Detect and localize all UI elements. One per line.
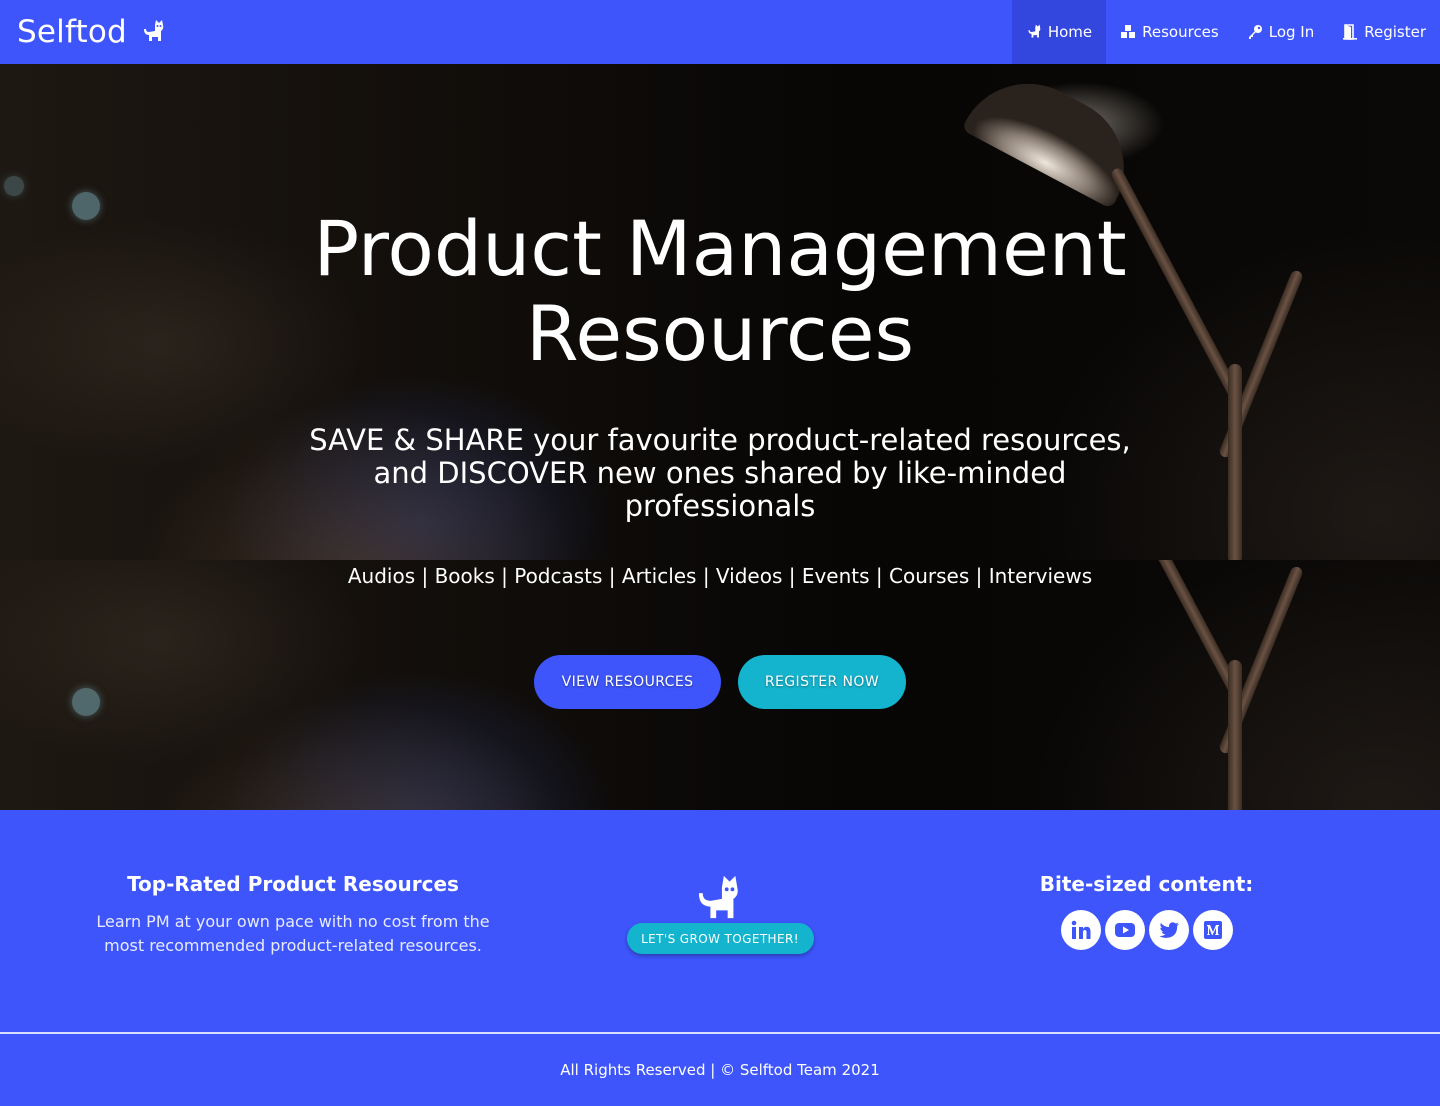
footer: All Rights Reserved | © Selftod Team 202…: [0, 1034, 1440, 1106]
register-now-button[interactable]: REGISTER NOW: [738, 655, 906, 709]
hero-title-line1: Product Management: [313, 204, 1127, 293]
hero-buttons: VIEW RESOURCES REGISTER NOW: [0, 655, 1440, 709]
brand-name: Selftod: [17, 14, 127, 50]
nav-register[interactable]: Register: [1328, 0, 1440, 64]
hero-content: Product Management Resources SAVE & SHAR…: [0, 64, 1440, 810]
feature-bite-sized: Bite-sized content:: [1000, 872, 1293, 950]
nav-resources-label: Resources: [1142, 23, 1219, 41]
feature-top-rated: Top-Rated Product Resources Learn PM at …: [80, 872, 506, 958]
social-links: [1000, 910, 1293, 950]
resource-types: Audios | Books | Podcasts | Articles | V…: [347, 564, 1093, 588]
hero-subtitle: SAVE & SHARE your favourite product-rela…: [309, 423, 1131, 523]
linkedin-link[interactable]: [1060, 910, 1101, 950]
medium-link[interactable]: [1192, 910, 1233, 950]
key-icon: [1248, 25, 1262, 39]
door-icon: [1343, 24, 1358, 40]
nav-home[interactable]: Home: [1011, 0, 1107, 64]
hero-title: Product Management Resources: [0, 206, 1440, 376]
feature-text: Learn PM at your own pace with no cost f…: [96, 912, 490, 955]
features-section: Top-Rated Product Resources Learn PM at …: [0, 810, 1440, 1032]
nav-home-label: Home: [1047, 23, 1093, 41]
feature-grow: LET'S GROW TOGETHER!: [620, 874, 820, 954]
youtube-link[interactable]: [1104, 910, 1145, 950]
nav-register-label: Register: [1364, 23, 1426, 41]
navbar: Selftod Home Resources Log In Register: [0, 0, 1440, 64]
nav-login[interactable]: Log In: [1233, 0, 1329, 64]
brand-logo[interactable]: Selftod: [0, 0, 165, 64]
nav-resources[interactable]: Resources: [1106, 0, 1233, 64]
cat-icon: [698, 875, 738, 919]
copyright-text: All Rights Reserved | © Selftod Team 202…: [560, 1061, 880, 1079]
view-resources-button[interactable]: VIEW RESOURCES: [534, 655, 721, 709]
grow-together-button[interactable]: LET'S GROW TOGETHER!: [626, 923, 814, 954]
linkedin-icon: [1071, 920, 1090, 939]
hero-title-line2: Resources: [525, 289, 915, 378]
cat-icon: [143, 20, 164, 41]
youtube-icon: [1114, 923, 1135, 937]
hero-section: Product Management Resources SAVE & SHAR…: [0, 64, 1440, 810]
feature-title: Bite-sized content:: [1039, 872, 1254, 896]
feature-title: Top-Rated Product Resources: [127, 872, 459, 896]
nav-links: Home Resources Log In Register: [1011, 0, 1440, 64]
nav-login-label: Log In: [1268, 23, 1315, 41]
twitter-icon: [1158, 922, 1179, 938]
twitter-link[interactable]: [1148, 910, 1189, 950]
cat-icon: [1028, 24, 1041, 38]
medium-icon: [1203, 921, 1222, 939]
boxes-icon: [1121, 25, 1136, 38]
